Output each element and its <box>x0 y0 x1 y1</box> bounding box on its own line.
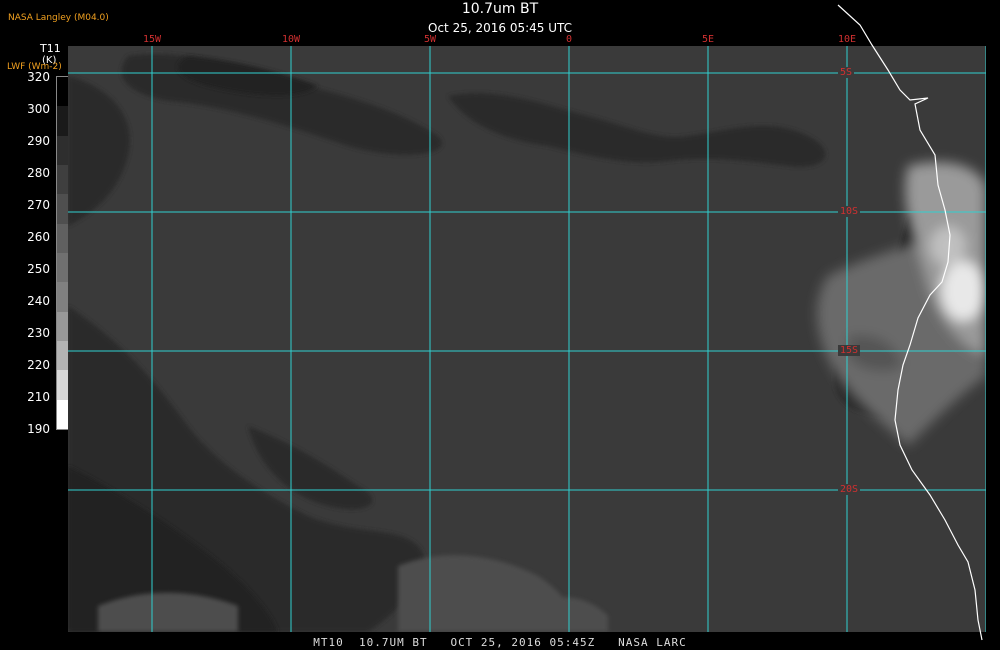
longitude-label: 5W <box>423 34 437 45</box>
longitude-label: 15W <box>142 34 162 45</box>
latitude-label: 20S <box>838 484 861 495</box>
latitude-label: 15S <box>838 345 861 356</box>
latitude-label: 5S <box>838 67 855 78</box>
coastline-overlay <box>837 4 983 641</box>
longitude-label: 10W <box>281 34 301 45</box>
longitude-label: 0 <box>565 34 573 45</box>
longitude-label: 5E <box>701 34 715 45</box>
latitude-label: 10S <box>838 206 861 217</box>
longitude-label: 10E <box>837 34 857 45</box>
image-footer: MT10 10.7UM BT OCT 25, 2016 05:45Z NASA … <box>313 636 687 649</box>
